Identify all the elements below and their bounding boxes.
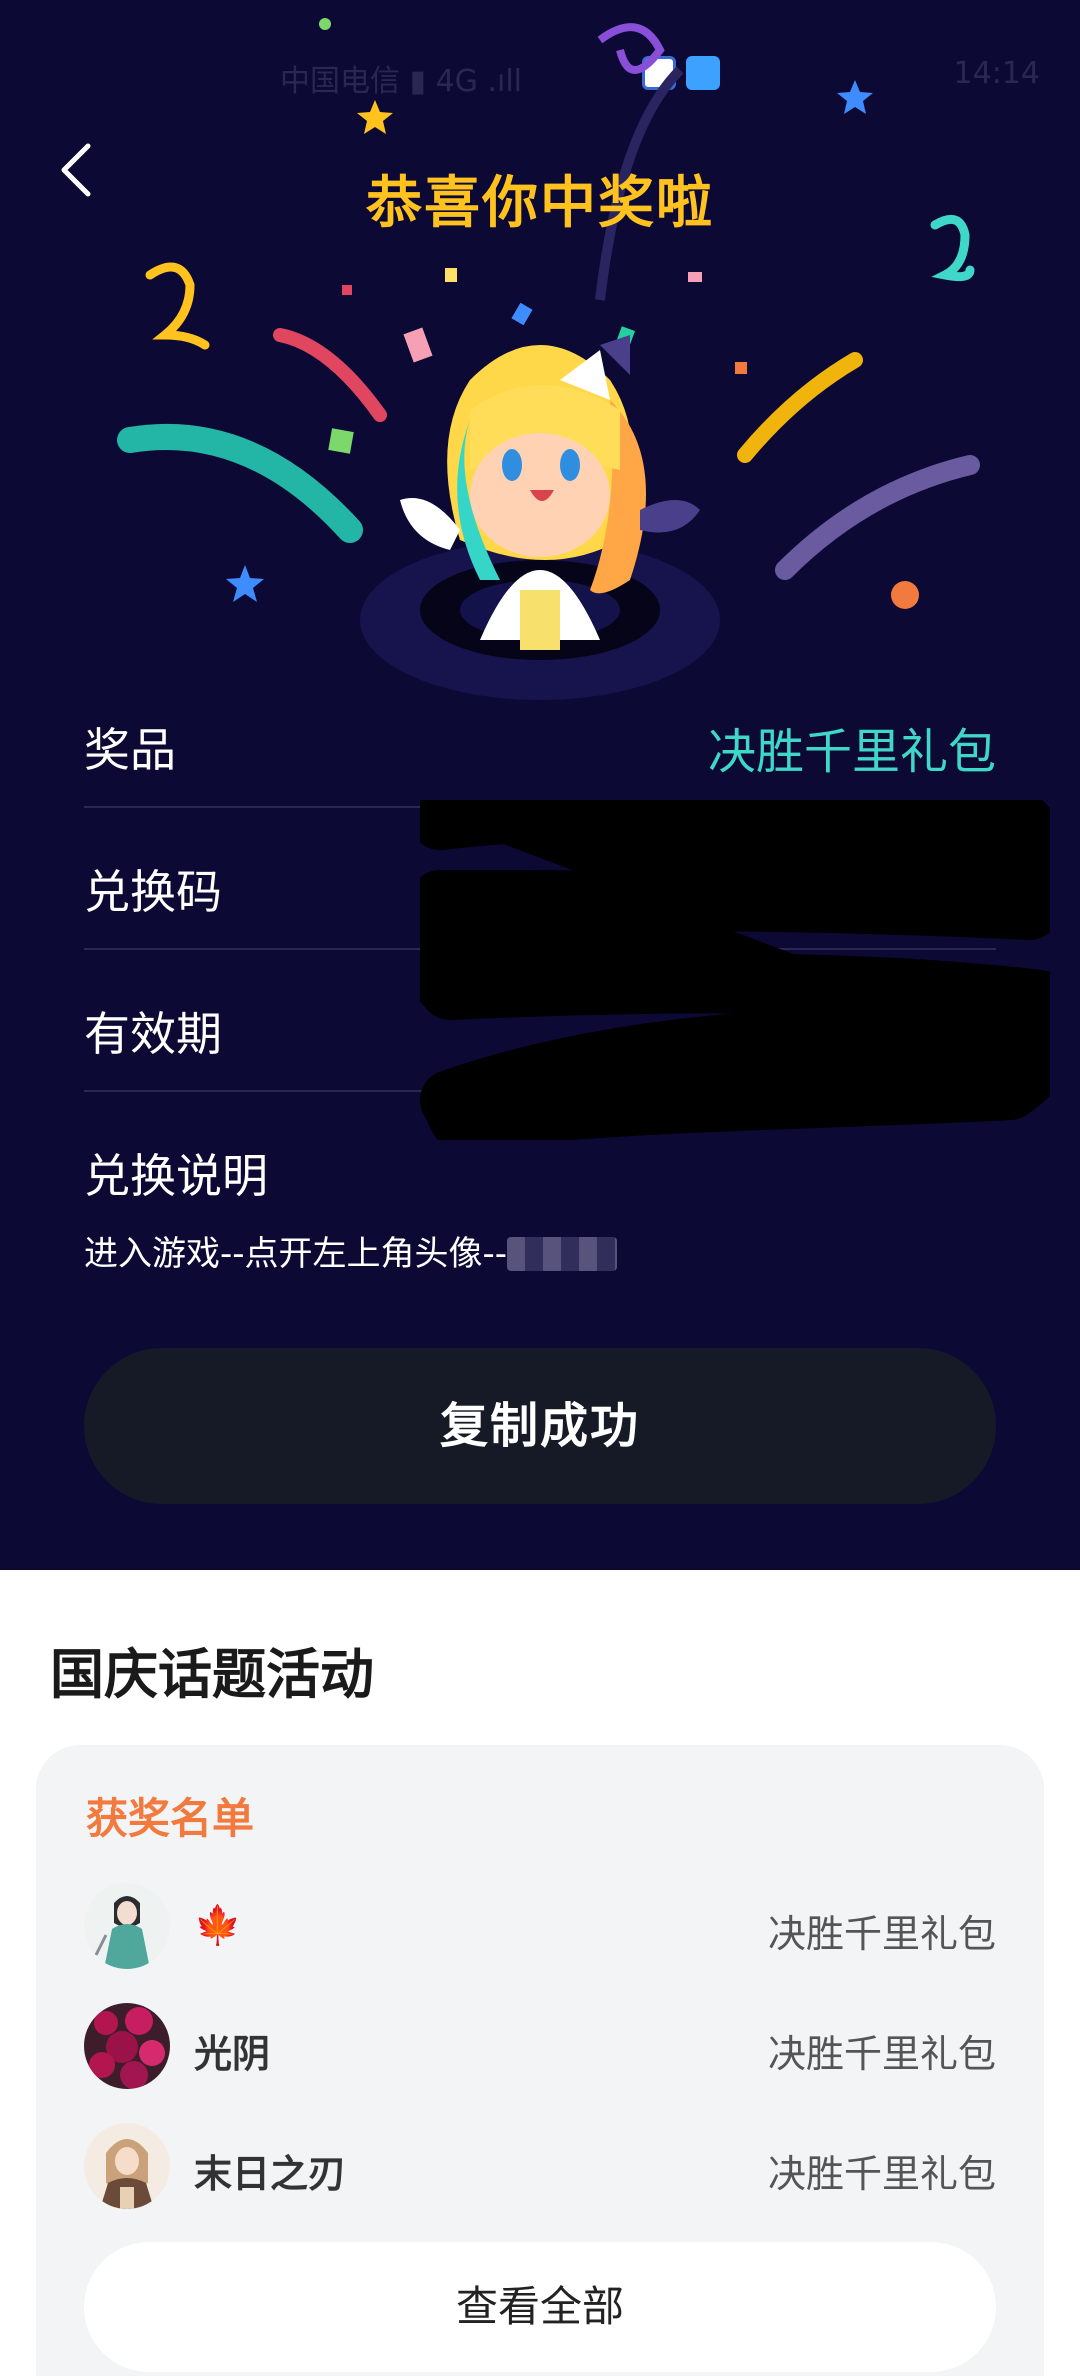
mascot-illustration xyxy=(360,335,720,700)
prize-row: 奖品 决胜千里礼包 xyxy=(84,666,996,808)
instructions-text: 进入游戏--点开左上角头像-- xyxy=(84,1226,618,1275)
prize-label: 奖品 xyxy=(84,723,176,777)
activity-title: 国庆话题活动 xyxy=(50,1643,374,1706)
prize-header-section: 中国电信 ▮ 4G .ıll 14:14 恭喜你中奖啦 奖品 决胜千里礼包 兑换… xyxy=(0,0,1080,1570)
winner-row[interactable]: 🍁 决胜千里礼包 xyxy=(84,1883,996,1971)
anime-character-avatar[interactable] xyxy=(84,2123,170,2209)
winner-prize: 决胜千里礼包 xyxy=(767,1912,996,1956)
instructions-text-value: 进入游戏--点开左上角头像-- xyxy=(84,1234,508,1274)
anime-girl-avatar[interactable] xyxy=(84,1883,170,1969)
winner-row[interactable]: 末日之刃 决胜千里礼包 xyxy=(84,2123,996,2211)
instructions-label: 兑换说明 xyxy=(84,1149,268,1203)
redaction-mark xyxy=(420,800,1050,1140)
winner-name: 🍁 xyxy=(194,1903,242,1947)
winner-name: 光阴 xyxy=(194,2032,271,2076)
winners-title: 获奖名单 xyxy=(86,1794,255,1843)
winners-card: 获奖名单 🍁 决胜千里礼包 光阴 决胜千里礼包 末日之刃 决胜千里礼包 查看全部 xyxy=(36,1745,1044,2376)
code-label: 兑换码 xyxy=(84,865,222,919)
winner-prize: 决胜千里礼包 xyxy=(767,2032,996,2076)
prize-value: 决胜千里礼包 xyxy=(707,724,996,780)
view-all-button[interactable]: 查看全部 xyxy=(84,2242,996,2372)
winner-prize: 决胜千里礼包 xyxy=(767,2152,996,2196)
validity-label: 有效期 xyxy=(84,1007,222,1061)
flower-avatar[interactable] xyxy=(84,2003,170,2089)
winner-name: 末日之刃 xyxy=(194,2152,347,2196)
winner-row[interactable]: 光阴 决胜千里礼包 xyxy=(84,2003,996,2091)
blurred-text xyxy=(507,1237,618,1271)
copy-success-button[interactable]: 复制成功 xyxy=(84,1348,996,1504)
